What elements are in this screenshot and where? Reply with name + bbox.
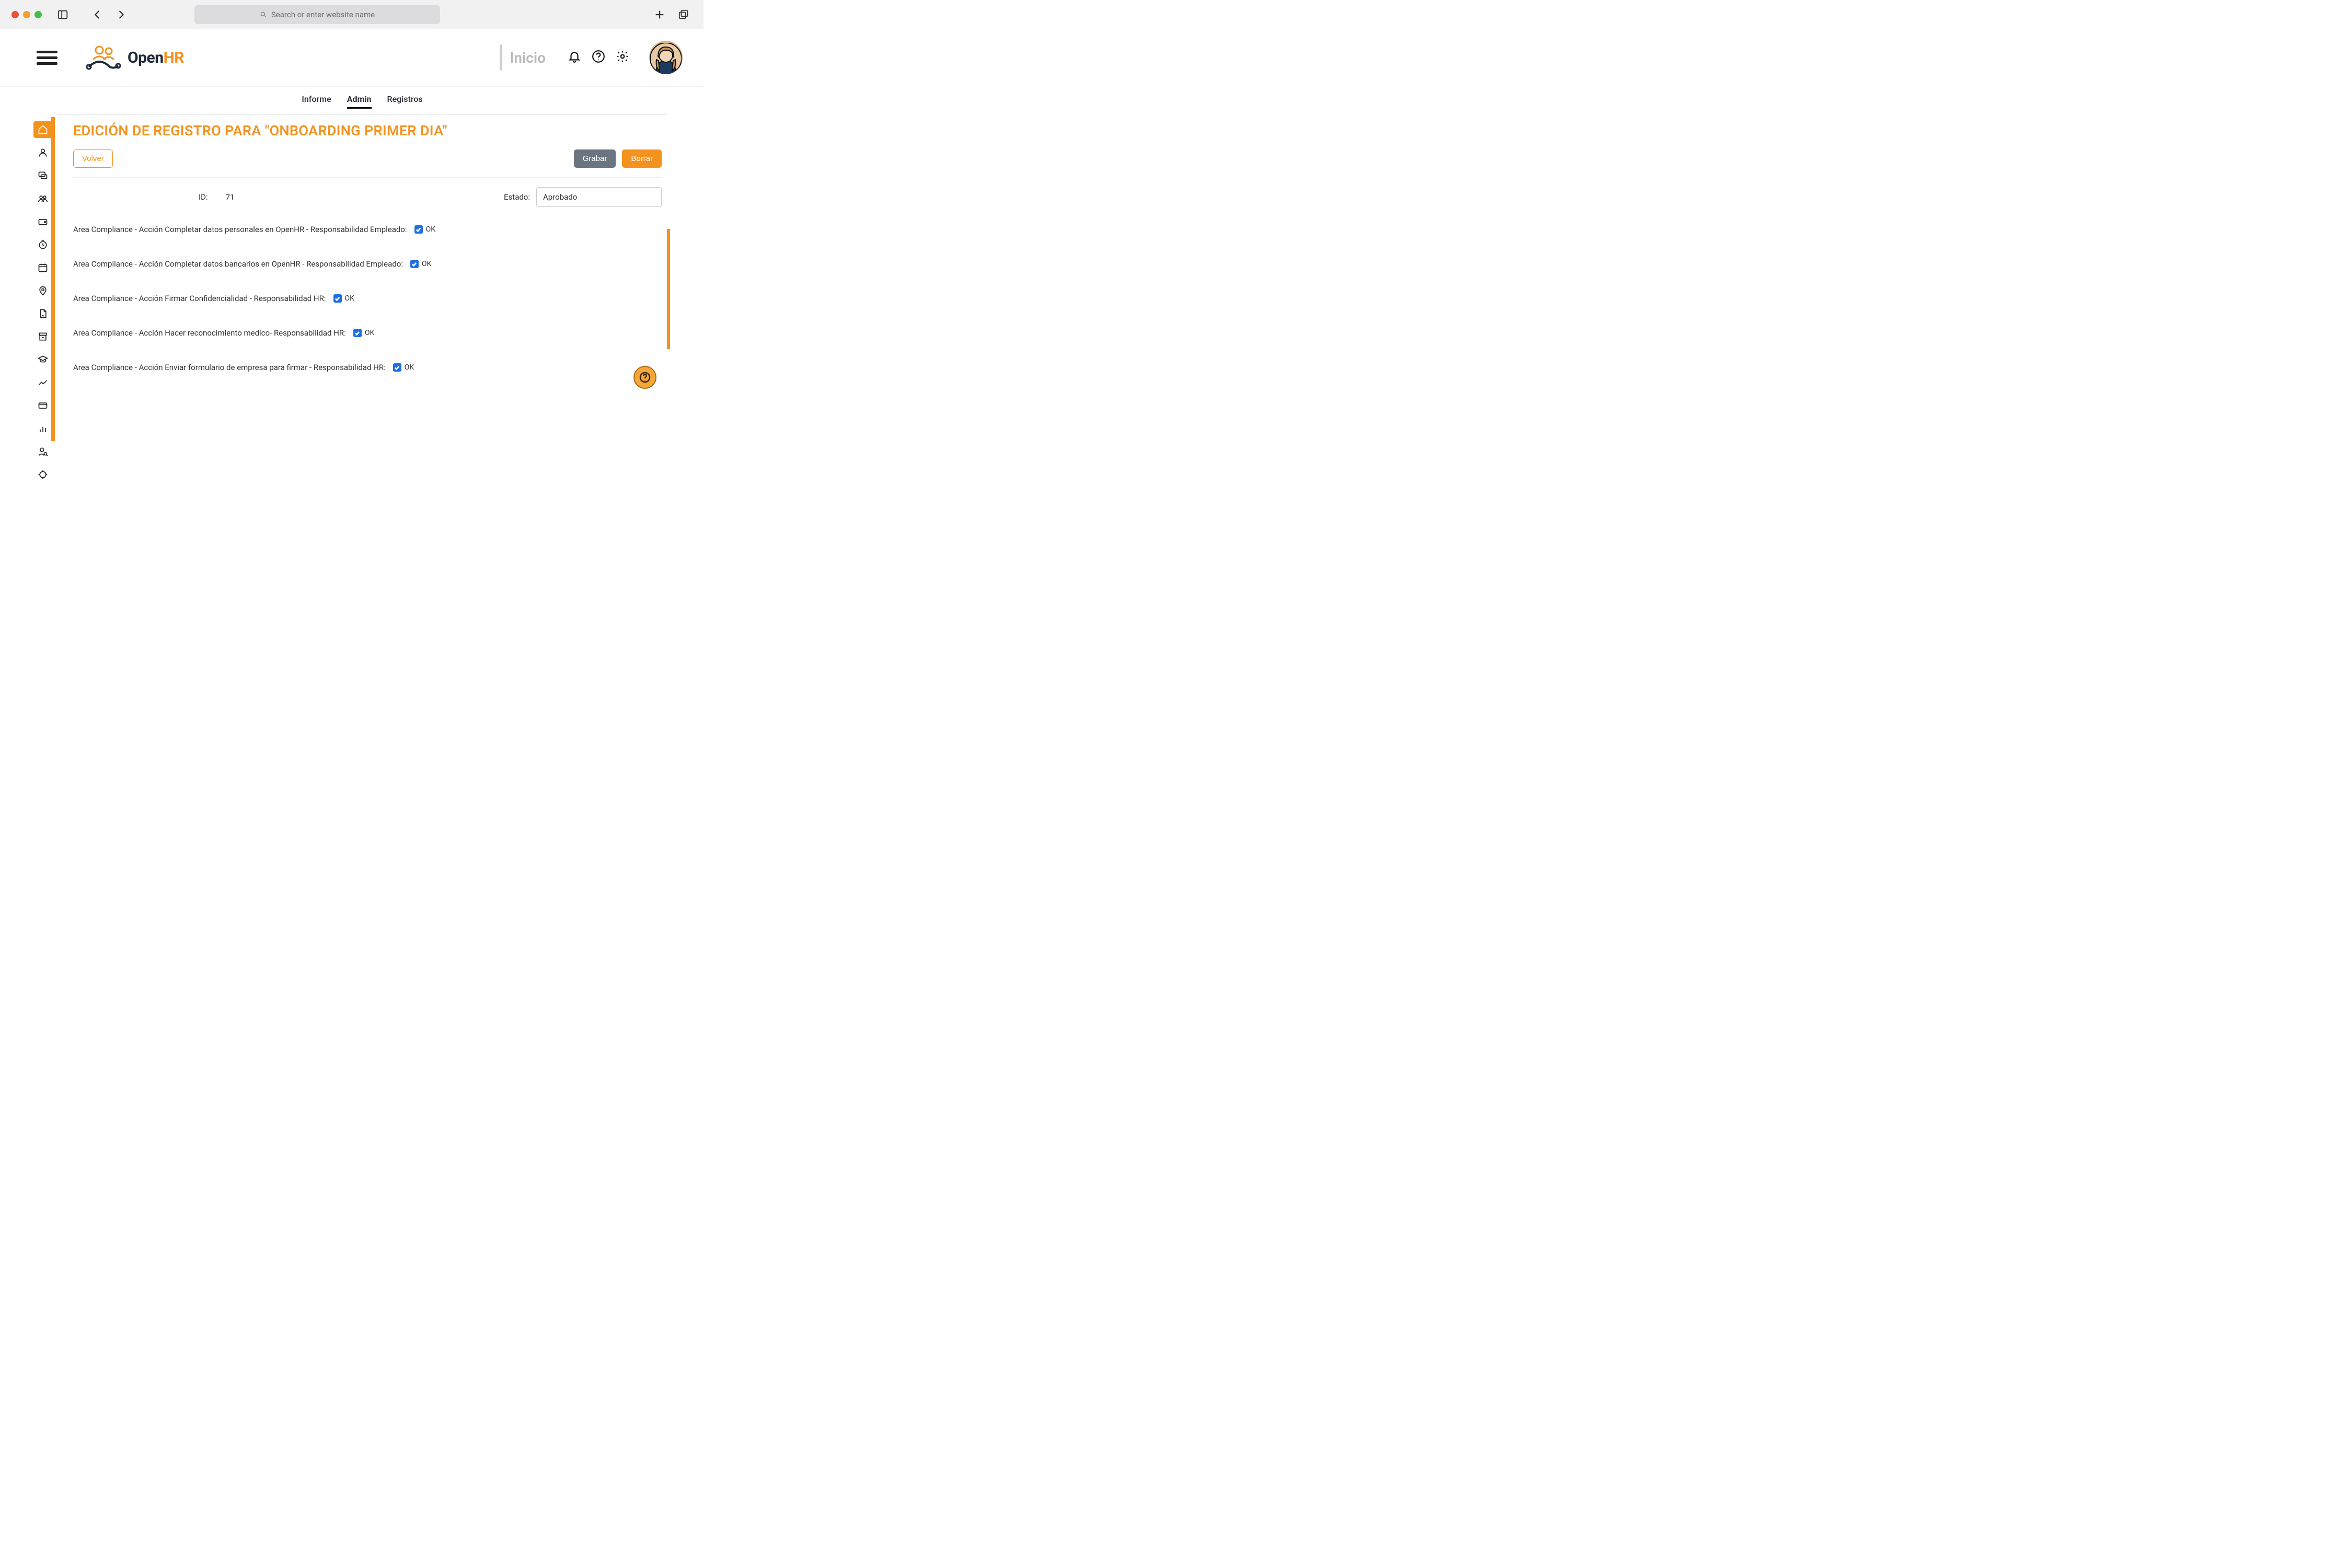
forward-icon[interactable] — [113, 6, 130, 23]
openhr-logo-icon — [85, 44, 122, 71]
estado-select[interactable]: Aprobado — [536, 187, 662, 207]
task-row: Area Compliance - Acción Hacer reconocim… — [73, 316, 662, 350]
sidebar-item-profile[interactable] — [33, 144, 52, 161]
ok-label: OK — [345, 294, 354, 303]
sidebar-item-location[interactable] — [33, 282, 52, 299]
page-section-label: Inicio — [500, 44, 546, 71]
task-checkbox-group: OK — [410, 260, 431, 268]
url-bar[interactable]: Search or enter website name — [194, 5, 440, 24]
sidebar-item-creditcard[interactable] — [33, 397, 52, 414]
task-checkbox-group: OK — [393, 363, 414, 372]
notifications-icon[interactable] — [568, 50, 581, 65]
task-label: Area Compliance - Acción Completar datos… — [73, 259, 403, 269]
delete-button[interactable]: Borrar — [622, 149, 662, 168]
task-checkbox-group: OK — [333, 294, 354, 303]
sidebar-item-usersearch[interactable] — [33, 443, 52, 460]
sidebar-item-archive[interactable] — [33, 328, 52, 345]
menu-toggle-button[interactable] — [37, 47, 57, 68]
search-icon — [260, 11, 267, 18]
back-icon[interactable] — [89, 6, 106, 23]
sidebar-item-wallet[interactable] — [33, 213, 52, 230]
sidebar-item-home[interactable] — [33, 121, 52, 138]
sidebar-item-education[interactable] — [33, 351, 52, 368]
page-body: EDICIÓN DE REGISTRO PARA "ONBOARDING PRI… — [0, 115, 704, 406]
task-row: Area Compliance - Acción Completar datos… — [73, 247, 662, 281]
sidebar-rail — [31, 117, 54, 487]
estado-value: Aprobado — [543, 192, 577, 202]
estado-label: Estado: — [504, 192, 530, 202]
sidebar-item-calendar[interactable] — [33, 259, 52, 276]
sidebar-item-trend[interactable] — [33, 374, 52, 391]
toolbar: Volver Grabar Borrar — [73, 146, 662, 178]
task-label: Area Compliance - Acción Hacer reconocim… — [73, 328, 346, 338]
save-button[interactable]: Grabar — [574, 149, 616, 168]
meta-row: ID: 71 Estado: Aprobado — [73, 178, 662, 212]
minimize-window-icon[interactable] — [23, 11, 30, 18]
sub-navigation: Informe Admin Registros — [57, 87, 667, 115]
browser-chrome: Search or enter website name — [0, 0, 704, 29]
task-row: Area Compliance - Acción Completar datos… — [73, 212, 662, 247]
tab-registros[interactable]: Registros — [387, 94, 423, 109]
floating-help-button[interactable] — [633, 366, 656, 389]
app-header: OpenHR Inicio — [0, 29, 704, 87]
id-label: ID: — [199, 192, 208, 202]
sidebar-item-target[interactable] — [33, 466, 52, 483]
sidebar-item-document[interactable] — [33, 305, 52, 322]
close-window-icon[interactable] — [11, 11, 19, 18]
checkbox[interactable] — [353, 329, 362, 337]
task-label: Area Compliance - Acción Enviar formular… — [73, 363, 386, 372]
task-row: Area Compliance - Acción Firmar Confiden… — [73, 281, 662, 316]
back-button[interactable]: Volver — [73, 149, 113, 168]
help-icon[interactable] — [592, 50, 605, 65]
ok-label: OK — [426, 225, 435, 234]
task-label: Area Compliance - Acción Firmar Confiden… — [73, 294, 326, 303]
sidebar-item-team[interactable] — [33, 190, 52, 207]
task-checkbox-group: OK — [353, 329, 374, 337]
tabs-overview-icon[interactable] — [675, 6, 692, 23]
ok-label: OK — [365, 329, 374, 337]
checkbox[interactable] — [414, 225, 423, 234]
checkbox[interactable] — [410, 260, 419, 268]
id-value: 71 — [226, 192, 235, 202]
new-tab-icon[interactable] — [651, 6, 668, 23]
app-logo[interactable]: OpenHR — [85, 44, 184, 71]
checkbox[interactable] — [333, 294, 342, 303]
url-placeholder: Search or enter website name — [271, 10, 375, 19]
tab-informe[interactable]: Informe — [302, 94, 331, 109]
task-checkbox-group: OK — [414, 225, 435, 234]
checkbox[interactable] — [393, 363, 401, 372]
ok-label: OK — [405, 363, 414, 372]
settings-icon[interactable] — [616, 50, 629, 65]
sidebar-toggle-icon[interactable] — [54, 6, 71, 23]
task-label: Area Compliance - Acción Completar datos… — [73, 225, 407, 234]
window-traffic-lights — [11, 11, 42, 18]
ok-label: OK — [422, 260, 431, 268]
right-accent-strip — [667, 229, 670, 349]
tab-admin[interactable]: Admin — [347, 94, 372, 109]
sidebar-item-stats[interactable] — [33, 420, 52, 437]
user-avatar[interactable] — [649, 41, 683, 74]
brand-name: OpenHR — [128, 49, 184, 67]
page-title: EDICIÓN DE REGISTRO PARA "ONBOARDING PRI… — [73, 122, 662, 139]
task-row: Area Compliance - Acción Enviar formular… — [73, 350, 662, 385]
sidebar-item-chat[interactable] — [33, 167, 52, 184]
sidebar-item-timer[interactable] — [33, 236, 52, 253]
zoom-window-icon[interactable] — [34, 11, 42, 18]
